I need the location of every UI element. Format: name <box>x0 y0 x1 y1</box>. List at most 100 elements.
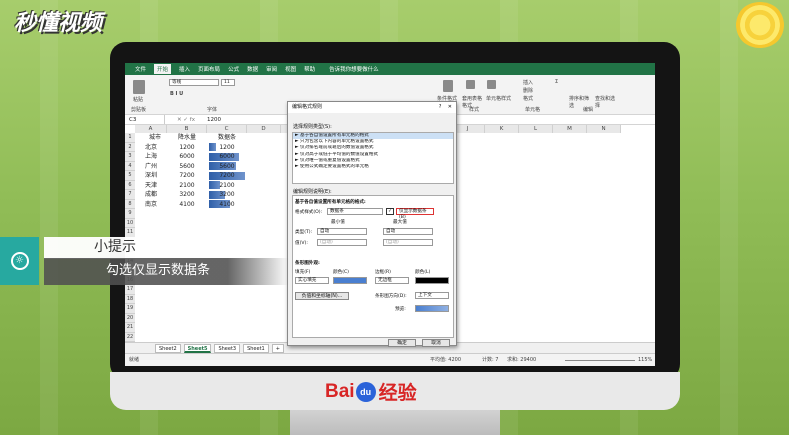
show-bar-only-label[interactable]: 仅显示数据条(B) <box>396 208 434 220</box>
autosum-icon[interactable]: Σ <box>555 79 558 85</box>
table-format-icon[interactable] <box>466 80 475 89</box>
rain-cell[interactable]: 4100 <box>167 200 207 210</box>
column-header[interactable]: M <box>553 125 587 133</box>
table-header-cell[interactable]: 数据条 <box>207 133 247 143</box>
city-cell[interactable]: 上海 <box>135 152 167 162</box>
data-bar-cell[interactable]: 4100 <box>207 200 247 210</box>
data-bar-cell[interactable]: 7200 <box>207 171 247 181</box>
rule-type-list[interactable]: ► 基于各自值设置所有单元格的格式 ► 只为包含以下内容的单元格设置格式 ► 仅… <box>292 132 454 184</box>
format-cells-button[interactable]: 格式 <box>523 95 533 102</box>
fill-color-picker[interactable] <box>333 277 367 284</box>
column-header[interactable]: A <box>135 125 167 133</box>
zoom-slider[interactable] <box>565 360 635 361</box>
paste-icon[interactable] <box>133 80 145 94</box>
rain-cell[interactable]: 7200 <box>167 171 207 181</box>
tab-view[interactable]: 视图 <box>285 65 296 73</box>
show-bar-only-checkbox[interactable]: ✓ <box>386 208 394 215</box>
data-bar-cell[interactable]: 3200 <box>207 190 247 200</box>
rule-type-item[interactable]: ► 使用公式确定要设置格式的单元格 <box>293 164 453 170</box>
row-header[interactable]: 5 <box>125 171 135 181</box>
city-cell[interactable]: 深圳 <box>135 171 167 181</box>
add-sheet-button[interactable]: + <box>271 343 284 353</box>
cell-style-icon[interactable] <box>487 80 496 89</box>
column-header[interactable]: D <box>247 125 281 133</box>
row-header[interactable]: 2 <box>125 142 135 152</box>
name-box[interactable]: C3 <box>125 115 165 124</box>
type-label: 类型(T): <box>295 230 313 235</box>
border-select[interactable]: 无边框 <box>375 277 409 284</box>
bold-button[interactable]: B I U <box>170 91 183 97</box>
sheet-tab[interactable]: Sheet2 <box>155 343 181 353</box>
tab-file[interactable]: 文件 <box>135 65 146 73</box>
close-icon[interactable]: ✕ <box>448 104 452 110</box>
column-header[interactable]: K <box>485 125 519 133</box>
city-cell[interactable]: 天津 <box>135 181 167 191</box>
city-cell[interactable]: 成都 <box>135 190 167 200</box>
format-style-select[interactable]: 数据条 <box>327 208 383 215</box>
city-cell[interactable]: 北京 <box>135 143 167 153</box>
sheet-tab[interactable]: Sheet1 <box>243 343 269 353</box>
rain-cell[interactable]: 3200 <box>167 190 207 200</box>
paw-icon: du <box>355 381 376 402</box>
row-header[interactable]: 4 <box>125 161 135 171</box>
row-header[interactable]: 22 <box>125 332 135 342</box>
data-bar-cell[interactable]: 5600 <box>207 162 247 172</box>
bar-direction-select[interactable]: 上下文 <box>415 292 449 299</box>
max-type-select[interactable]: 自动 <box>383 228 433 235</box>
ok-button[interactable]: 确定 <box>388 339 416 347</box>
cancel-button[interactable]: 取消 <box>422 339 450 347</box>
tab-data[interactable]: 数据 <box>247 65 258 73</box>
sheet-tab-active[interactable]: Sheet5 <box>183 343 212 353</box>
row-header[interactable]: 18 <box>125 294 135 304</box>
tab-help[interactable]: 帮助 <box>304 65 315 73</box>
tab-formulas[interactable]: 公式 <box>228 65 239 73</box>
delete-cells-button[interactable]: 删除 <box>523 87 533 94</box>
column-header[interactable]: C <box>207 125 247 133</box>
insert-cells-button[interactable]: 插入 <box>523 79 533 86</box>
help-icon[interactable]: ? <box>439 104 442 110</box>
find-select-button[interactable]: 查找和选择 <box>595 95 617 109</box>
border-color-picker[interactable] <box>415 277 449 284</box>
row-header[interactable]: 6 <box>125 180 135 190</box>
sheet-tab[interactable]: Sheet3 <box>214 343 241 353</box>
city-cell[interactable]: 南京 <box>135 200 167 210</box>
tab-review[interactable]: 审阅 <box>266 65 277 73</box>
row-header[interactable]: 19 <box>125 304 135 314</box>
max-value-input[interactable]: (自动) <box>383 239 433 246</box>
tab-page-layout[interactable]: 页面布局 <box>198 65 220 73</box>
min-type-select[interactable]: 自动 <box>317 228 367 235</box>
font-size-select[interactable]: 11 <box>221 79 235 86</box>
font-name-select[interactable]: 等线 <box>169 79 219 86</box>
negative-axis-button[interactable]: 负值和坐标轴(N)... <box>295 292 349 300</box>
rain-cell[interactable]: 6000 <box>167 152 207 162</box>
column-header[interactable]: B <box>167 125 207 133</box>
row-header[interactable]: 3 <box>125 152 135 162</box>
row-header[interactable]: 9 <box>125 209 135 219</box>
fx-icon[interactable]: ✕ ✓ fx <box>165 117 207 123</box>
row-header[interactable]: 8 <box>125 199 135 209</box>
tab-home[interactable]: 开始 <box>154 64 172 74</box>
row-header[interactable]: 7 <box>125 190 135 200</box>
tell-me-search[interactable]: 告诉我你想要做什么 <box>329 65 379 73</box>
fill-select[interactable]: 实心填充 <box>295 277 329 284</box>
row-header[interactable]: 17 <box>125 285 135 295</box>
min-value-input[interactable]: (自动) <box>317 239 367 246</box>
rain-cell[interactable]: 5600 <box>167 162 207 172</box>
row-header[interactable]: 21 <box>125 323 135 333</box>
tab-insert[interactable]: 插入 <box>179 65 190 73</box>
data-bar-cell[interactable]: 2100 <box>207 181 247 191</box>
rain-cell[interactable]: 2100 <box>167 181 207 191</box>
row-header[interactable]: 20 <box>125 313 135 323</box>
city-cell[interactable]: 广州 <box>135 162 167 172</box>
row-header[interactable]: 10 <box>125 218 135 228</box>
column-header[interactable]: L <box>519 125 553 133</box>
column-header[interactable]: N <box>587 125 621 133</box>
data-bar-cell[interactable]: 6000 <box>207 152 247 162</box>
baidu-logo: Bai du 经验 <box>325 378 417 405</box>
formula-input[interactable]: 1200 <box>207 117 221 123</box>
table-header-cell[interactable]: 降水量 <box>167 133 207 143</box>
conditional-format-icon[interactable] <box>443 80 453 92</box>
rain-cell[interactable]: 1200 <box>167 143 207 153</box>
data-bar-cell[interactable]: 1200 <box>207 143 247 153</box>
row-header[interactable]: 1 <box>125 133 135 143</box>
